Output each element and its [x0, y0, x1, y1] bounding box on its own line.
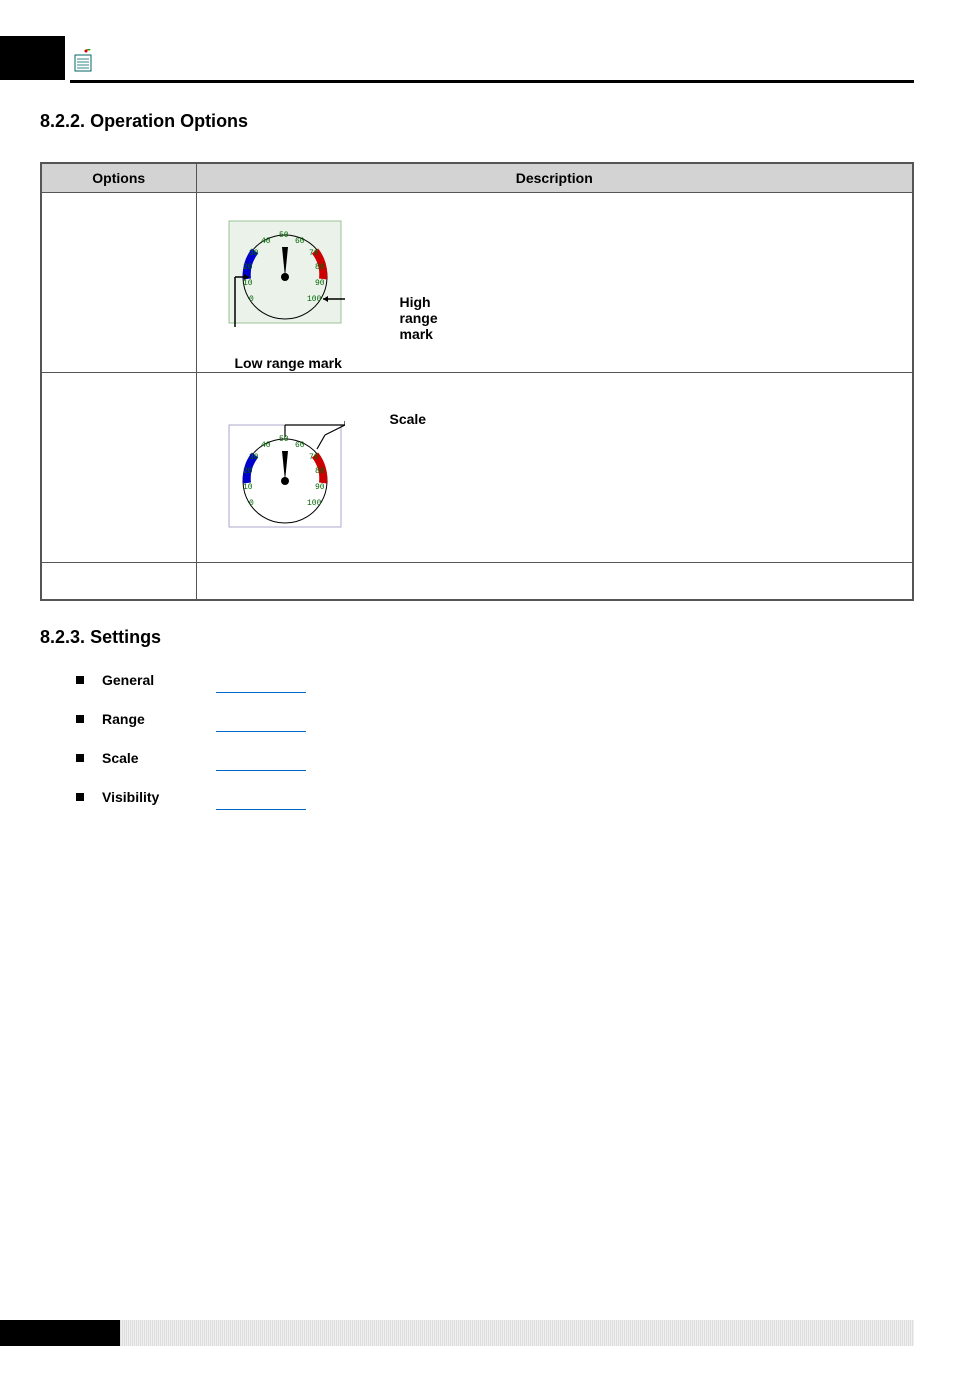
gauge-range-icon: 0 10 20 30 40 50 60 70 80 90 100: [225, 217, 345, 327]
svg-text:60: 60: [295, 237, 305, 246]
section-number: 8.2.2.: [40, 111, 85, 131]
description-cell-empty: [196, 563, 913, 601]
section-title: Operation Options: [90, 111, 248, 131]
footer-texture-bar: [120, 1320, 914, 1346]
svg-text:50: 50: [279, 435, 289, 444]
svg-text:90: 90: [315, 279, 325, 288]
svg-text:40: 40: [261, 441, 271, 450]
svg-text:20: 20: [243, 467, 253, 476]
bullet-icon: [76, 793, 84, 801]
header-divider: [70, 80, 914, 83]
svg-text:30: 30: [249, 453, 259, 462]
table-row: 0 10 20 30 40 50 60 70 80 90 100: [41, 193, 913, 373]
svg-text:70: 70: [309, 249, 319, 258]
svg-text:10: 10: [243, 279, 253, 288]
list-item: Visibility: [76, 789, 914, 805]
svg-text:60: 60: [295, 441, 305, 450]
link-underline[interactable]: [216, 692, 306, 693]
svg-text:40: 40: [261, 237, 271, 246]
description-cell-scale: 0 10 20 30 40 50 60 70 80 90 100: [196, 373, 913, 563]
svg-text:90: 90: [315, 483, 325, 492]
svg-text:0: 0: [249, 499, 254, 508]
settings-item-visibility: Visibility: [102, 789, 159, 805]
table-header-options: Options: [41, 163, 196, 193]
link-underline[interactable]: [216, 770, 306, 771]
page-footer: [0, 1320, 954, 1346]
section-heading-operation-options: 8.2.2. Operation Options: [40, 111, 914, 132]
section-heading-settings: 8.2.3. Settings: [40, 627, 914, 648]
table-row: 0 10 20 30 40 50 60 70 80 90 100: [41, 373, 913, 563]
options-cell-empty: [41, 563, 196, 601]
options-table: Options Description: [40, 162, 914, 601]
svg-text:0: 0: [249, 295, 254, 304]
gauge-scale-icon: 0 10 20 30 40 50 60 70 80 90 100: [225, 421, 345, 531]
settings-item-range: Range: [102, 711, 145, 727]
list-item: General: [76, 672, 914, 688]
bullet-icon: [76, 676, 84, 684]
section-title: Settings: [90, 627, 161, 647]
svg-text:10: 10: [243, 483, 253, 492]
high-range-mark-label: High range mark: [400, 294, 438, 342]
options-cell: [41, 193, 196, 373]
header-accent-box: [0, 36, 65, 80]
settings-item-general: General: [102, 672, 154, 688]
svg-text:80: 80: [315, 467, 325, 476]
options-cell: [41, 373, 196, 563]
table-row: [41, 563, 913, 601]
svg-text:20: 20: [243, 263, 253, 272]
svg-text:30: 30: [249, 249, 259, 258]
svg-text:100: 100: [307, 499, 322, 508]
settings-item-scale: Scale: [102, 750, 139, 766]
svg-text:50: 50: [279, 231, 289, 240]
scale-label: Scale: [390, 411, 427, 427]
link-underline[interactable]: [216, 809, 306, 810]
low-range-mark-label: Low range mark: [235, 355, 342, 371]
bullet-icon: [76, 715, 84, 723]
link-underline[interactable]: [216, 731, 306, 732]
footer-accent-box: [0, 1320, 120, 1346]
section-number: 8.2.3.: [40, 627, 85, 647]
page-header: [0, 36, 954, 80]
list-item: Range: [76, 711, 914, 727]
tool-document-icon: [73, 49, 95, 78]
table-header-description: Description: [196, 163, 913, 193]
list-item: Scale: [76, 750, 914, 766]
svg-text:100: 100: [307, 295, 322, 304]
description-cell-range-marks: 0 10 20 30 40 50 60 70 80 90 100: [196, 193, 913, 373]
bullet-icon: [76, 754, 84, 762]
svg-text:80: 80: [315, 263, 325, 272]
svg-text:70: 70: [309, 453, 319, 462]
settings-list: General Range Scale Visibility: [76, 672, 914, 810]
